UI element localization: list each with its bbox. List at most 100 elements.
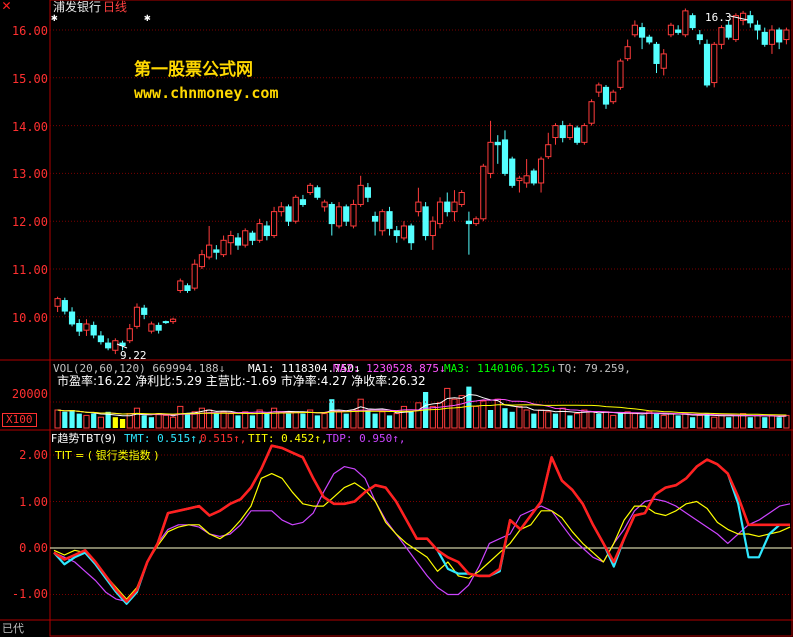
candle-body xyxy=(184,285,191,292)
candle-body xyxy=(141,307,148,315)
volume-bar xyxy=(502,408,508,428)
volume-unit-button[interactable]: X100 xyxy=(2,413,37,427)
volume-ma1-line xyxy=(57,393,787,418)
volume-bar xyxy=(350,409,357,429)
volume-bar xyxy=(83,414,90,429)
candle-body xyxy=(523,175,530,184)
volume-bar xyxy=(54,409,61,429)
volume-bar xyxy=(567,415,573,428)
candle-body xyxy=(256,223,263,241)
volume-bar xyxy=(155,413,162,429)
candle-body xyxy=(516,177,523,182)
candle-body xyxy=(285,206,292,222)
candle-body xyxy=(408,225,415,244)
volume-bar xyxy=(754,414,761,429)
volume-bar xyxy=(451,398,458,429)
volume-bar xyxy=(321,413,328,429)
candle-body xyxy=(768,29,776,45)
candle-body xyxy=(371,215,379,222)
watermark-title: 第一股票公式网 xyxy=(134,60,253,80)
candle-body xyxy=(133,306,141,327)
candle-body xyxy=(364,187,371,198)
candle-body xyxy=(148,323,155,332)
volume-bar xyxy=(169,416,177,429)
volume-bar xyxy=(458,395,465,429)
candle-body xyxy=(415,201,422,213)
tdp-line xyxy=(53,466,791,603)
volume-bar xyxy=(357,398,364,429)
volume-bar xyxy=(552,413,559,428)
volume-bar xyxy=(574,413,581,429)
candle-body xyxy=(393,230,400,237)
volume-bar xyxy=(285,413,292,428)
candle-body xyxy=(61,300,68,312)
volume-bar xyxy=(386,415,393,428)
candle-body xyxy=(537,158,545,184)
candle-body xyxy=(68,311,76,325)
candle-body xyxy=(660,53,667,69)
candle-body xyxy=(357,184,364,205)
candle-body xyxy=(602,86,610,105)
candle-body xyxy=(400,225,408,239)
volume-bar xyxy=(545,411,552,429)
volume-bar xyxy=(537,409,545,429)
volume-bar xyxy=(610,414,617,429)
indicator-axis-label: -1.00 xyxy=(11,587,48,601)
candle-body xyxy=(76,322,83,332)
volume-bar xyxy=(213,413,219,428)
candle-body xyxy=(552,125,559,139)
candle-body xyxy=(776,29,783,43)
candle-body xyxy=(711,43,718,84)
candle-body xyxy=(155,324,162,331)
stock-name: 浦发银行 xyxy=(53,0,102,14)
price-axis-label: 11.00 xyxy=(11,263,48,277)
volume-bar xyxy=(314,415,320,428)
volume-bar xyxy=(242,411,249,429)
candle-body xyxy=(335,206,343,227)
volume-bar xyxy=(783,414,790,429)
candle-body xyxy=(444,201,451,213)
volume-bar xyxy=(278,411,285,429)
candle-body xyxy=(328,203,335,225)
volume-bar xyxy=(184,413,191,428)
candle-body xyxy=(761,31,768,45)
candle-body xyxy=(494,141,501,146)
bottom-status-label: 已代 xyxy=(2,622,24,635)
volume-bar xyxy=(704,413,710,428)
volume-bar xyxy=(97,416,105,429)
close-icon[interactable]: ✕ xyxy=(2,0,11,13)
candle-body xyxy=(624,46,631,60)
volume-bar xyxy=(220,411,227,429)
volume-bar xyxy=(393,413,400,429)
candle-body xyxy=(292,196,299,222)
asterisk-icon: ✱ xyxy=(144,11,151,24)
tbt-line xyxy=(53,444,790,603)
candle-body xyxy=(725,24,732,38)
vol-legend-ma3: MA3: 1140106.125↓ xyxy=(444,362,557,375)
volume-bar xyxy=(76,413,82,428)
volume-bar xyxy=(249,415,256,428)
indicator-subtitle: TIT = ( 银行类指数 ) xyxy=(55,449,159,462)
candle-body xyxy=(675,29,682,33)
volume-bar xyxy=(776,417,782,428)
volume-bar xyxy=(473,405,480,429)
candle-body xyxy=(105,342,112,349)
volume-bar xyxy=(235,415,241,428)
candle-body xyxy=(458,192,465,205)
candle-body xyxy=(386,211,393,229)
volume-bar xyxy=(617,413,624,428)
candle-body xyxy=(754,24,761,31)
period-label[interactable]: 日线 xyxy=(103,1,127,14)
price-axis-label: 14.00 xyxy=(11,120,48,134)
chart-canvas[interactable] xyxy=(0,0,793,637)
volume-bar xyxy=(602,411,610,429)
volume-bar xyxy=(227,413,234,429)
candle-body xyxy=(451,201,458,213)
candle-body xyxy=(703,43,711,86)
volume-bar xyxy=(639,415,645,428)
candle-body xyxy=(617,60,624,88)
candle-body xyxy=(747,15,754,24)
candle-body xyxy=(249,232,256,241)
volume-bar xyxy=(667,413,675,429)
stock-chart-window[interactable]: ✕ 浦发银行 日线 ✱ ✱ 第一股票公式网 www.chnmoney.com 1… xyxy=(0,0,793,637)
